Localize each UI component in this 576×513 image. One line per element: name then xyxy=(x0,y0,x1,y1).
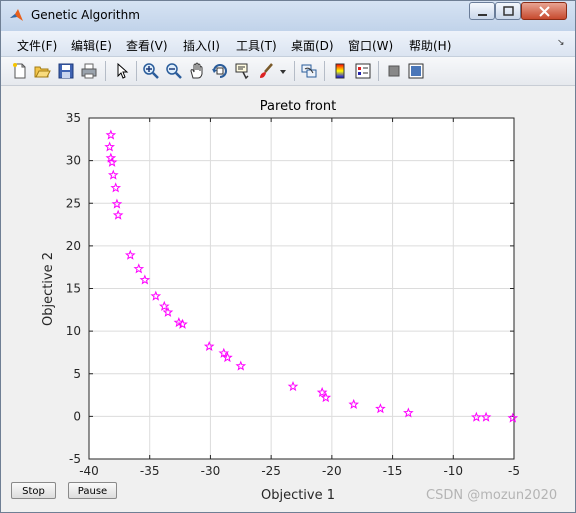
y-tick-label: 0 xyxy=(73,409,81,423)
x-tick-label: -5 xyxy=(508,464,520,478)
y-tick-label: 25 xyxy=(66,196,81,210)
chart-title: Pareto front xyxy=(260,99,336,114)
pareto-plot: Pareto front Objective 1 Objective 2 -40… xyxy=(41,99,520,503)
y-tick-label: -5 xyxy=(69,452,81,466)
x-tick-label: -25 xyxy=(261,464,281,478)
y-tick-label: 5 xyxy=(73,367,81,381)
y-tick-label: 15 xyxy=(66,282,81,296)
x-axis-label: Objective 1 xyxy=(261,488,335,503)
x-tick-label: -30 xyxy=(201,464,221,478)
y-tick-label: 30 xyxy=(66,154,81,168)
x-tick-label: -35 xyxy=(140,464,160,478)
pause-button[interactable]: Pause xyxy=(68,482,117,499)
x-tick-label: -10 xyxy=(443,464,463,478)
y-axis-label: Objective 2 xyxy=(41,252,56,326)
x-tick-label: -40 xyxy=(79,464,99,478)
y-tick-label: 35 xyxy=(66,111,81,125)
stop-button[interactable]: Stop xyxy=(11,482,56,499)
x-tick-label: -15 xyxy=(383,464,403,478)
y-tick-label: 20 xyxy=(66,239,81,253)
watermark: CSDN @mozun2020 xyxy=(426,488,558,503)
y-tick-label: 10 xyxy=(66,324,81,338)
x-tick-label: -20 xyxy=(322,464,342,478)
